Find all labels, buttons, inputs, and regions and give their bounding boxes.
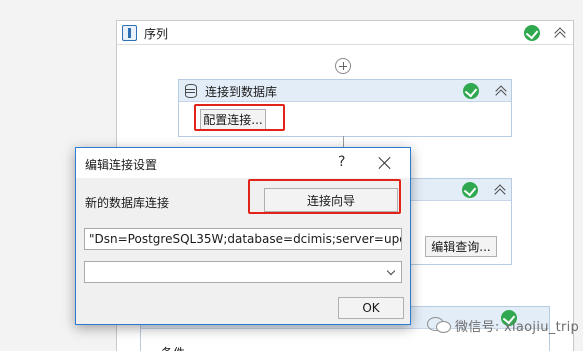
- highlight-configure-button: [194, 104, 285, 131]
- sequence-title: 序列: [144, 27, 169, 41]
- watermark-text: 微信号: xiaojiu_trip: [455, 320, 580, 335]
- connect-card-title: 连接到数据库: [205, 85, 278, 99]
- check-circle-icon: [524, 25, 540, 41]
- edit-connection-dialog: 编辑连接设置 ? 新的数据库连接 连接向导 "Dsn=PostgreSQL35W…: [75, 147, 411, 325]
- add-activity-plus-icon[interactable]: [335, 58, 351, 74]
- close-icon[interactable]: [377, 155, 393, 171]
- bottom-card-label: 条件: [161, 344, 185, 351]
- double-chevron-up-icon[interactable]: [553, 26, 567, 40]
- edit-query-button[interactable]: 编辑查询...: [425, 236, 497, 257]
- wechat-icon: [427, 315, 451, 333]
- highlight-wizard-button: [248, 179, 401, 214]
- connection-string-input[interactable]: "Dsn=PostgreSQL35W;database=dcimis;serve…: [84, 228, 402, 250]
- dialog-title-bar[interactable]: 编辑连接设置 ?: [76, 148, 410, 178]
- double-chevron-up-icon[interactable]: [494, 84, 508, 98]
- database-icon: [185, 84, 197, 98]
- sequence-header[interactable]: 序列: [117, 21, 573, 45]
- dialog-title: 编辑连接设置: [85, 158, 158, 172]
- check-circle-icon: [462, 182, 478, 198]
- ok-button[interactable]: OK: [338, 297, 404, 319]
- new-connection-label: 新的数据库连接: [85, 196, 170, 210]
- chevron-down-icon: [387, 268, 395, 276]
- sequence-icon: [122, 25, 137, 41]
- connect-card-header: 连接到数据库: [179, 80, 511, 102]
- check-circle-icon: [463, 83, 479, 99]
- help-icon[interactable]: ?: [338, 154, 345, 170]
- double-chevron-up-icon[interactable]: [493, 183, 507, 197]
- provider-dropdown[interactable]: [84, 261, 402, 283]
